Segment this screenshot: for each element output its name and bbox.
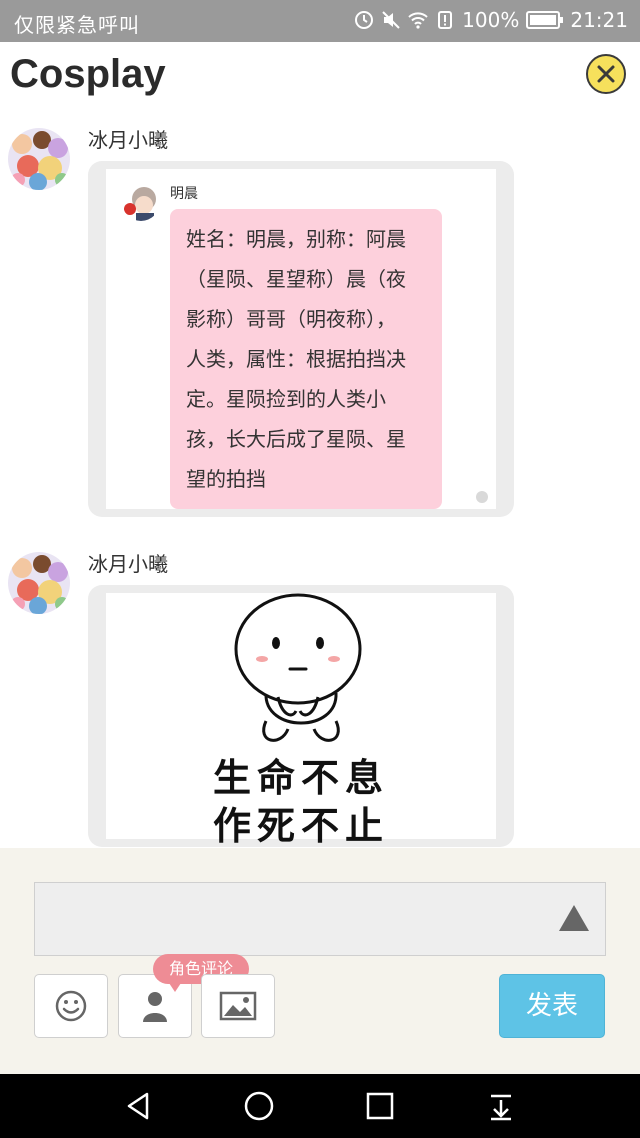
pull-down-icon[interactable] [485,1090,517,1122]
triangle-up-icon[interactable] [557,903,591,933]
clock: 21:21 [570,8,628,32]
back-icon[interactable] [123,1090,155,1122]
quote-line: 孩，长大后成了星陨、星 [186,427,406,451]
wifi-icon [408,12,428,29]
smiley-icon [55,990,87,1022]
publish-button[interactable]: 发表 [499,974,605,1038]
quote-line: 望的拍挡 [186,467,266,491]
message-card[interactable]: 生命不息 作死不止 [88,585,514,848]
home-icon[interactable] [243,1090,275,1122]
status-notice: 仅限紧急呼叫 [14,13,140,37]
quote-name: 明晨 [170,186,198,202]
sticker-caption-line: 生命不息 [212,756,389,800]
quote-avatar [122,183,160,221]
battery-percent: 100% [462,8,520,32]
sender-name: 冰月小曦 [88,552,168,576]
sticker-caption-line: 作死不止 [212,804,389,848]
close-button[interactable] [586,54,626,94]
message-card[interactable]: 明晨 姓名：明晨，别称：阿晨 （星陨、星望称）晨（夜 影称）哥哥（明夜称）， 人… [88,161,514,517]
quote-line: 姓名：明晨，别称：阿晨 [186,227,406,251]
alarm-icon [355,11,374,29]
quoted-message: 明晨 姓名：明晨，别称：阿晨 （星陨、星望称）晨（夜 影称）哥哥（明夜称）， 人… [106,169,496,509]
sim-alert-icon [438,11,453,29]
quote-line: 影称）哥哥（明夜称）， [186,307,396,331]
image-button[interactable] [201,974,275,1038]
avatar-image [8,128,70,190]
quote-line: 人类，属性：根据拍挡决 [186,347,406,371]
sender-name: 冰月小曦 [88,128,168,152]
avatar[interactable] [8,552,70,614]
recents-icon[interactable] [364,1090,396,1122]
comment-input[interactable] [34,882,606,956]
sticker-image: 生命不息 作死不止 [106,593,496,848]
emoji-button[interactable] [34,974,108,1038]
status-bar: 仅限紧急呼叫 100% 21:21 [0,0,640,42]
image-icon [219,991,257,1021]
sticker-figure [234,593,362,742]
quote-bubble: 姓名：明晨，别称：阿晨 （星陨、星望称）晨（夜 影称）哥哥（明夜称）， 人类，属… [170,209,442,509]
quote-line: 定。星陨捡到的人类小 [186,387,386,411]
composer: 角色评论 发表 [0,848,640,1074]
status-icons: 100% 21:21 [354,8,628,32]
close-icon [597,65,615,83]
page-title: Cosplay [10,52,166,96]
avatar-image [8,552,70,614]
avatar[interactable] [8,128,70,190]
page-dot [476,491,488,503]
navigation-bar [0,1074,640,1138]
quote-line: （星陨、星望称）晨（夜 [186,267,406,291]
mute-icon [382,11,400,29]
battery-icon [526,11,564,29]
person-icon [143,992,167,1022]
